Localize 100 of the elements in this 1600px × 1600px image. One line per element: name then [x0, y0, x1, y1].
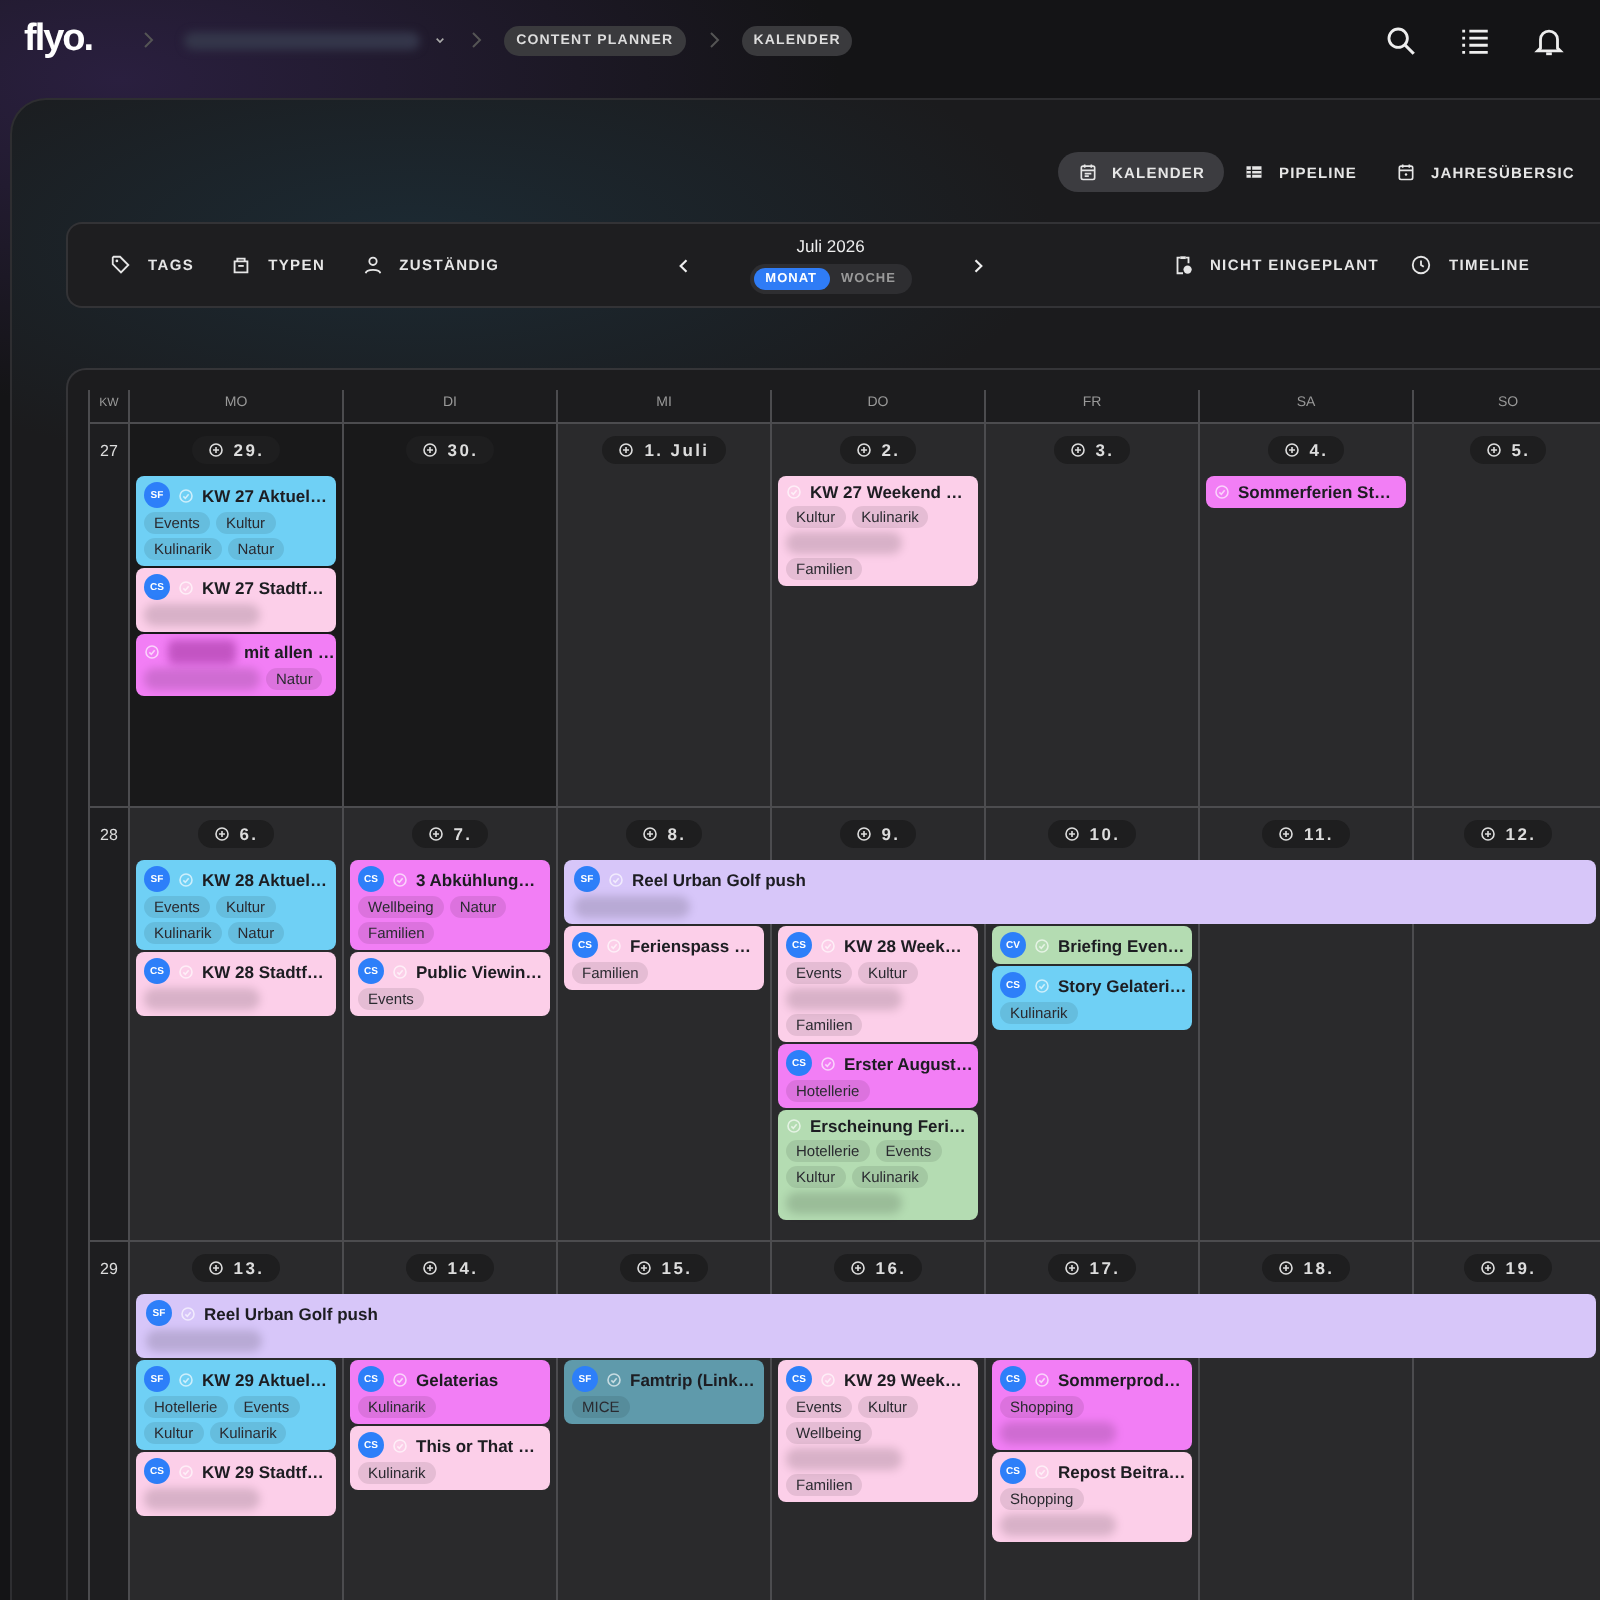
date-label[interactable]: 16. — [833, 1254, 923, 1282]
date-text: 3. — [1095, 440, 1115, 460]
add-icon[interactable] — [855, 442, 872, 458]
event-title: Repost Beitra… — [1058, 1461, 1186, 1481]
date-label[interactable]: 3. — [1053, 436, 1131, 464]
add-icon[interactable] — [1278, 826, 1295, 842]
week-number: 29 — [90, 1242, 128, 1600]
event-title: KW 28 Week… — [844, 935, 962, 955]
redacted-block — [574, 896, 690, 918]
date-label[interactable]: 1. Juli — [602, 436, 726, 464]
event-title: mit allen … — [244, 642, 335, 662]
date-label[interactable]: 15. — [619, 1254, 709, 1282]
check-circle-icon — [820, 1371, 836, 1387]
search-icon[interactable] — [1384, 23, 1418, 57]
date-text: 12. — [1505, 824, 1537, 844]
add-icon[interactable] — [1283, 442, 1300, 458]
week-number: 27 — [90, 424, 128, 806]
check-circle-icon — [392, 1437, 408, 1453]
date-label[interactable]: 2. — [839, 436, 917, 464]
check-circle-icon — [608, 871, 624, 887]
date-label[interactable]: 14. — [405, 1254, 495, 1282]
event-title: 3 Abkühlung… — [416, 869, 536, 889]
redacted-block — [146, 1330, 262, 1352]
add-icon[interactable] — [635, 1260, 652, 1276]
redacted-block — [144, 604, 260, 626]
add-icon[interactable] — [207, 442, 224, 458]
date-label[interactable]: 13. — [191, 1254, 281, 1282]
check-circle-icon — [178, 579, 194, 595]
caret-icon[interactable] — [432, 32, 449, 48]
check-circle-icon — [392, 1371, 408, 1387]
date-label[interactable]: 10. — [1047, 820, 1137, 848]
date-label[interactable]: 19. — [1463, 1254, 1553, 1282]
check-circle-icon — [392, 963, 408, 979]
add-icon[interactable] — [1479, 1260, 1496, 1276]
event-title: Public Viewin… — [416, 961, 543, 981]
add-icon[interactable] — [1063, 1260, 1080, 1276]
date-label[interactable]: 5. — [1469, 436, 1547, 464]
date-text: 5. — [1511, 440, 1531, 460]
event-title: KW 28 Stadtf… — [202, 961, 324, 981]
clock-icon — [1410, 254, 1433, 276]
add-icon[interactable] — [1485, 442, 1502, 458]
add-icon[interactable] — [1069, 442, 1086, 458]
date-label[interactable]: 8. — [625, 820, 703, 848]
add-icon[interactable] — [207, 1260, 224, 1276]
date-label[interactable]: 18. — [1261, 1254, 1351, 1282]
event-title: KW 28 Aktuel… — [202, 869, 328, 889]
date-label[interactable]: 4. — [1267, 436, 1345, 464]
check-circle-icon — [820, 1055, 836, 1071]
date-label[interactable]: 12. — [1463, 820, 1553, 848]
add-icon[interactable] — [849, 1260, 866, 1276]
check-circle-icon — [820, 937, 836, 953]
calendar-icon — [1078, 162, 1098, 182]
add-icon[interactable] — [855, 826, 872, 842]
date-text: 7. — [453, 824, 473, 844]
date-label[interactable]: 6. — [197, 820, 275, 848]
week-number: 28 — [90, 808, 128, 1240]
add-icon[interactable] — [1277, 1260, 1294, 1276]
date-label[interactable]: 29. — [191, 436, 281, 464]
add-icon[interactable] — [213, 826, 230, 842]
date-label[interactable]: 30. — [405, 436, 495, 464]
event-card[interactable]: Sommerferien St… — [1206, 476, 1406, 508]
redacted-block — [1000, 1422, 1116, 1444]
redacted-block — [144, 1488, 260, 1510]
redacted-block — [786, 532, 902, 554]
event-title: KW 27 Aktuel… — [202, 485, 328, 505]
event-title: Gelaterias — [416, 1369, 499, 1389]
date-label[interactable]: 9. — [839, 820, 917, 848]
calendar-icon — [1396, 162, 1417, 182]
person-icon — [361, 254, 384, 276]
add-icon[interactable] — [618, 442, 635, 458]
date-label[interactable]: 7. — [411, 820, 489, 848]
event-title: Briefing Even… — [1058, 935, 1185, 955]
redacted-block — [786, 1448, 902, 1470]
event-title: Story Gelateri… — [1058, 975, 1187, 995]
date-text: 6. — [239, 824, 259, 844]
add-icon[interactable] — [421, 1260, 438, 1276]
add-icon[interactable] — [421, 442, 438, 458]
date-text: 10. — [1089, 824, 1121, 844]
check-circle-icon — [606, 1371, 622, 1387]
add-icon[interactable] — [641, 826, 658, 842]
event-title: Famtrip (Link… — [630, 1369, 755, 1389]
event-title: KW 29 Stadtf… — [202, 1461, 324, 1481]
date-text: 17. — [1089, 1258, 1121, 1278]
check-circle-icon — [178, 487, 194, 503]
date-text: 18. — [1303, 1258, 1335, 1278]
date-label[interactable]: 17. — [1047, 1254, 1137, 1282]
add-icon[interactable] — [1479, 826, 1496, 842]
event-title: Sommerferien St… — [1238, 482, 1392, 502]
event-title: KW 29 Aktuel… — [202, 1369, 328, 1389]
date-text: 30. — [447, 440, 479, 460]
clipboard-icon — [1171, 254, 1194, 276]
check-circle-icon — [786, 484, 802, 500]
logo[interactable]: flyo. — [24, 18, 93, 62]
add-icon[interactable] — [427, 826, 444, 842]
check-circle-icon — [1034, 1371, 1050, 1387]
event-title: Erscheinung Feri… — [810, 1116, 966, 1136]
date-text: 15. — [661, 1258, 693, 1278]
date-label[interactable]: 11. — [1262, 820, 1350, 848]
add-icon[interactable] — [1063, 826, 1080, 842]
event-title: This or That … — [416, 1435, 535, 1455]
